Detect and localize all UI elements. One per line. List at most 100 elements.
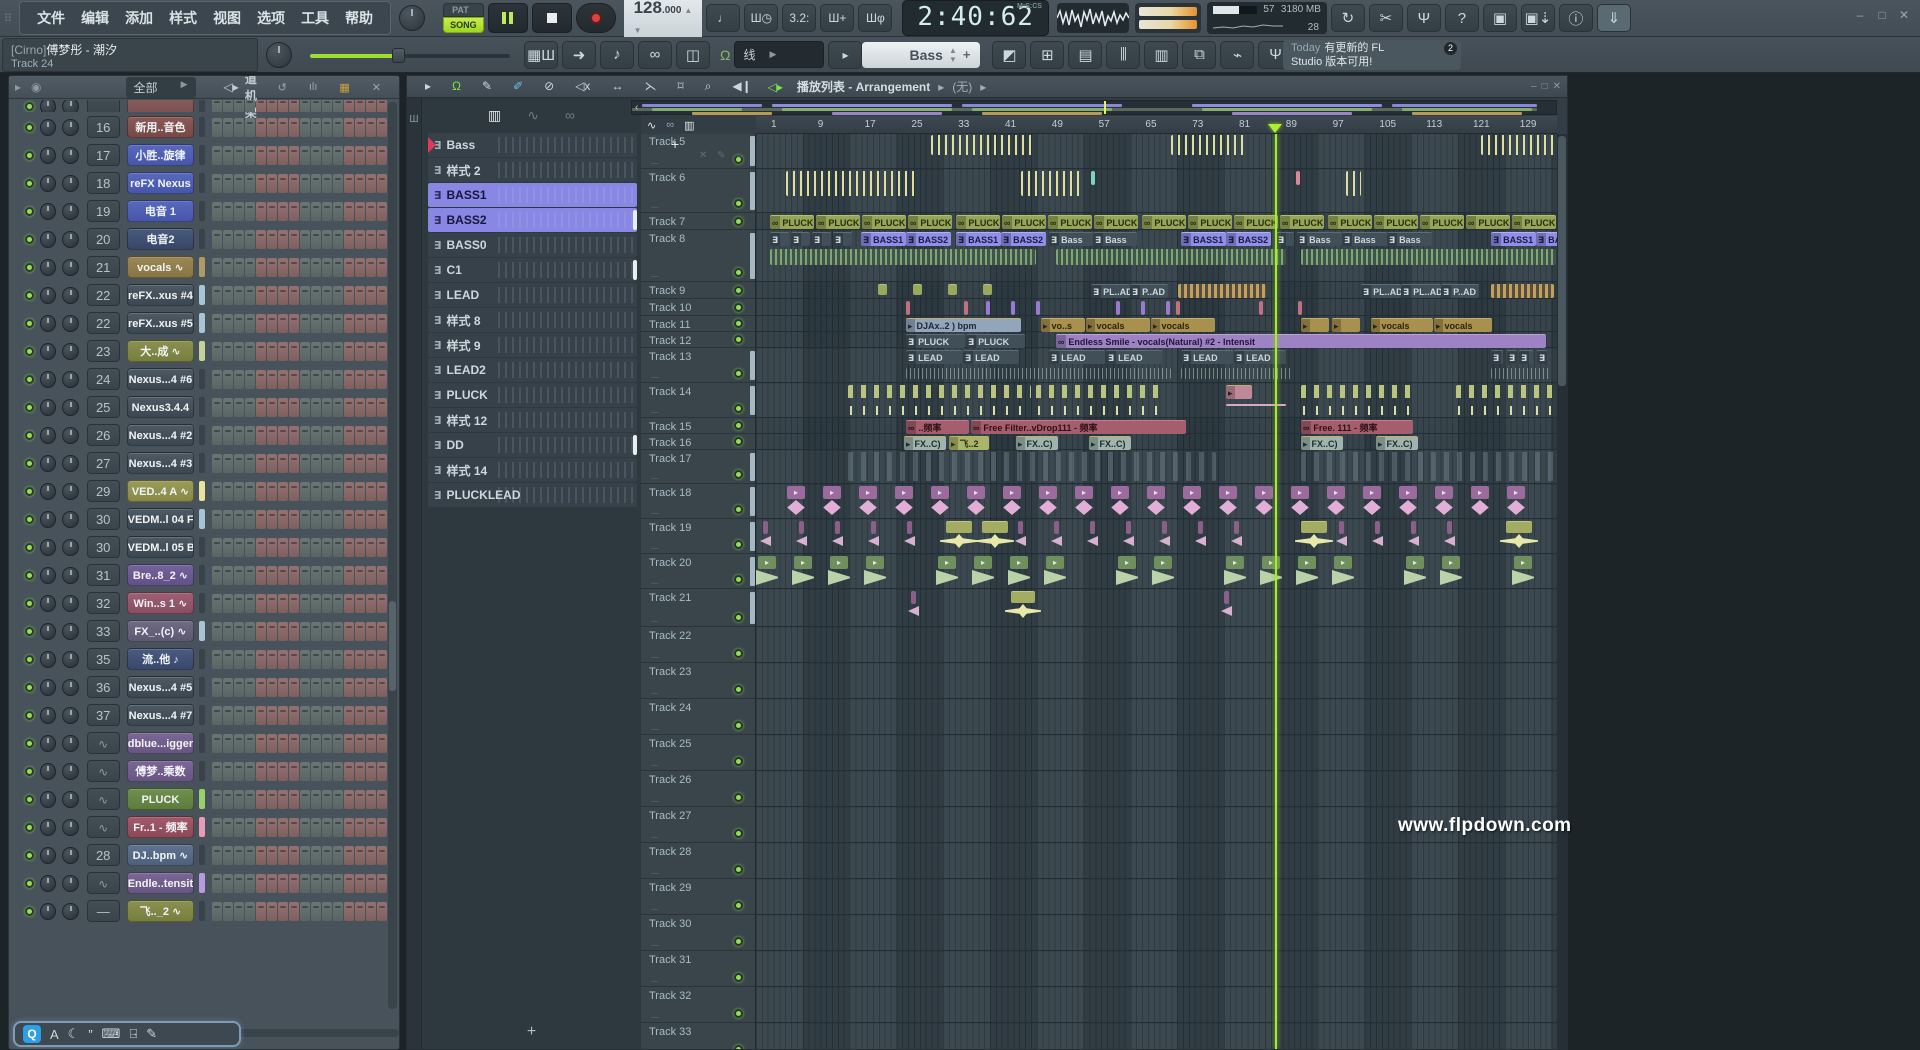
clip-P..AD[interactable]: ∃P..AD [1441, 284, 1479, 298]
channel-pan-knob[interactable] [40, 483, 56, 500]
clip-PLUCK[interactable]: ∃PLUCK [966, 334, 1025, 348]
step-cell[interactable] [223, 762, 233, 781]
step-cell[interactable] [322, 790, 332, 809]
step-cell[interactable] [355, 650, 365, 669]
step-cell[interactable] [245, 342, 255, 361]
channel-pan-knob[interactable] [40, 875, 56, 892]
track-led[interactable] [734, 685, 743, 694]
step-cell[interactable] [223, 818, 233, 837]
step-cell[interactable] [245, 594, 255, 613]
step-cell[interactable] [234, 426, 244, 445]
step-cell[interactable] [311, 510, 321, 529]
step-cell[interactable] [344, 118, 354, 137]
step-cell[interactable] [256, 230, 266, 249]
step-cell[interactable] [289, 846, 299, 865]
step-cell[interactable] [267, 566, 277, 585]
step-cell[interactable] [256, 706, 266, 725]
menu-arrow-icon[interactable]: ▸ [425, 79, 431, 94]
channel-name-button[interactable]: 电音2 [127, 228, 195, 250]
step-cell[interactable] [322, 342, 332, 361]
step-cell[interactable] [245, 706, 255, 725]
channel-number[interactable]: 28 [87, 844, 120, 866]
step-cell[interactable] [311, 454, 321, 473]
step-cell[interactable] [322, 146, 332, 165]
step-cell[interactable] [344, 100, 354, 112]
channel-enable-led[interactable] [25, 207, 34, 216]
step-cell[interactable] [311, 482, 321, 501]
channel-volume-knob[interactable] [62, 735, 78, 752]
audio-stab-clip[interactable]: ▸ [1514, 556, 1532, 569]
step-cell[interactable] [256, 594, 266, 613]
step-cell[interactable] [377, 678, 387, 697]
step-cell[interactable] [234, 202, 244, 221]
step-cell[interactable] [234, 846, 244, 865]
step-cell[interactable] [333, 622, 343, 641]
step-cell[interactable] [289, 454, 299, 473]
step-cell[interactable] [289, 146, 299, 165]
delete-tool-icon[interactable]: ⊘ [544, 79, 554, 94]
playlist-lane[interactable]: ∃∃∃∃∃BASS1∃BASS2∃BASS1∃BASS2∃Bass∃Bass∃B… [756, 231, 1557, 282]
step-cell[interactable] [212, 286, 222, 305]
step-cell[interactable] [366, 342, 376, 361]
step-cell[interactable] [256, 846, 266, 865]
channel-color-swatch[interactable] [199, 341, 205, 361]
track-header[interactable]: Track 28... [641, 844, 755, 879]
step-cell[interactable] [278, 594, 288, 613]
metronome-icon[interactable]: ♩ [706, 4, 740, 32]
step-cell[interactable] [344, 398, 354, 417]
tick-stab-clip[interactable] [1162, 521, 1167, 534]
channel-number[interactable]: 21 [87, 256, 120, 278]
olive-stab-clip[interactable] [1011, 591, 1035, 603]
wait-input-icon[interactable]: Ш◷ [744, 4, 778, 32]
clip-segment[interactable]: ▸ [1301, 318, 1329, 332]
channel-volume-knob[interactable] [62, 287, 78, 304]
step-cell[interactable] [311, 174, 321, 193]
browser-icon[interactable]: ▥ [1144, 41, 1178, 69]
playlist-lanes[interactable]: ∞PLUCK∞PLUCK∞PLUCK∞PLUCK∞PLUCK∞PLUCK∞PLU… [756, 134, 1557, 1049]
step-cell[interactable] [278, 482, 288, 501]
step-cell[interactable] [322, 314, 332, 333]
step-cell[interactable] [212, 818, 222, 837]
step-cell[interactable] [245, 566, 255, 585]
step-cell[interactable] [256, 426, 266, 445]
step-cell[interactable] [311, 622, 321, 641]
clip-Bass[interactable]: ∃Bass [1297, 232, 1342, 246]
track-header[interactable]: Track 20... [641, 555, 755, 589]
channel-volume-knob[interactable] [62, 567, 78, 584]
clip-BASS1[interactable]: ∃BASS1 [861, 232, 906, 246]
audio-stab-clip[interactable]: ▸ [787, 486, 805, 499]
audio-stab-clip[interactable]: ▸ [1442, 556, 1460, 569]
audio-stab-clip[interactable]: ▸ [823, 486, 841, 499]
step-cell[interactable] [377, 790, 387, 809]
track-led[interactable] [734, 369, 743, 378]
burst-clip[interactable] [1346, 171, 1361, 196]
burst-clip[interactable] [931, 135, 1036, 155]
clip-LEAD[interactable]: ∃LEAD [963, 350, 1019, 364]
step-cell[interactable] [377, 482, 387, 501]
step-cell[interactable] [256, 370, 266, 389]
channel-number[interactable]: 20 [87, 228, 120, 250]
track-header[interactable]: Track 29... [641, 880, 755, 915]
channel-enable-led[interactable] [25, 711, 34, 720]
step-cell[interactable] [366, 510, 376, 529]
track-led[interactable] [734, 829, 743, 838]
step-cell[interactable] [223, 398, 233, 417]
channel-pan-knob[interactable] [40, 707, 56, 724]
graph-editor-icon[interactable]: ılı [309, 81, 318, 94]
step-cell[interactable] [223, 846, 233, 865]
step-cell[interactable] [289, 706, 299, 725]
channel-color-swatch[interactable] [199, 509, 205, 529]
step-cell[interactable] [289, 230, 299, 249]
channel-enable-led[interactable] [25, 795, 34, 804]
channel-number[interactable]: 35 [87, 648, 120, 670]
channel-enable-led[interactable] [25, 515, 34, 524]
channel-pan-knob[interactable] [40, 119, 56, 136]
step-cell[interactable] [212, 790, 222, 809]
step-cell[interactable] [278, 734, 288, 753]
channel-pan-knob[interactable] [40, 511, 56, 528]
step-cell[interactable] [300, 370, 310, 389]
channel-volume-knob[interactable] [62, 427, 78, 444]
picker-item[interactable]: ∃BASS2 [428, 208, 637, 232]
channel-name-button[interactable]: 小胜..旋律 [127, 144, 195, 166]
step-cell[interactable] [333, 790, 343, 809]
